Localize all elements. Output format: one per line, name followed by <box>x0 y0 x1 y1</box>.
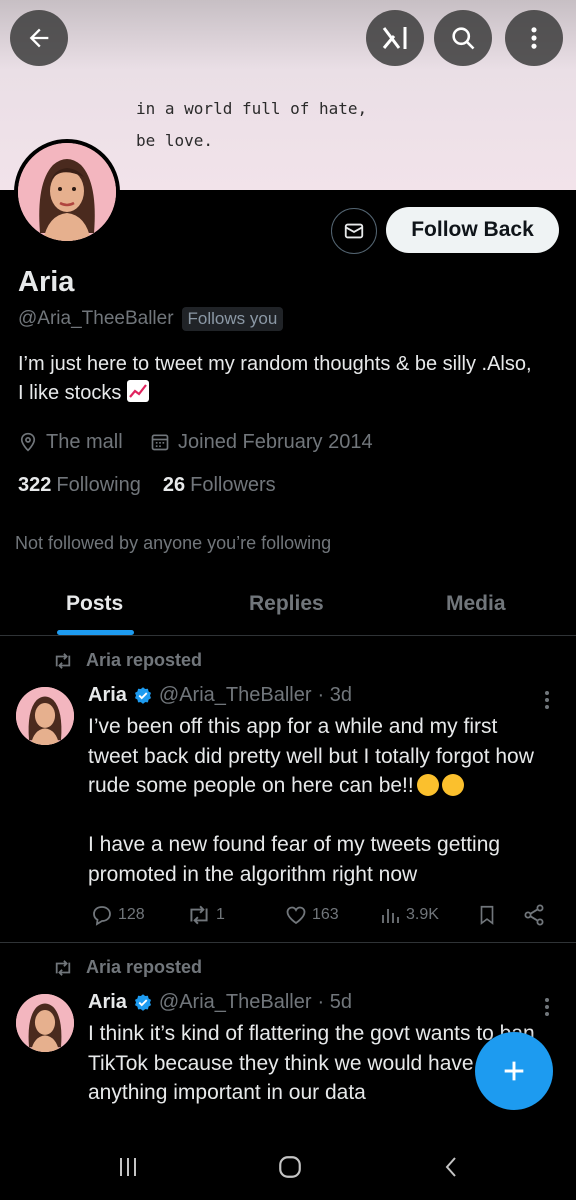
like-button[interactable]: 163 <box>284 903 339 927</box>
joined-text: Joined February 2014 <box>178 430 373 453</box>
profile-name: Aria <box>18 266 75 298</box>
followers-count: 26 <box>162 474 186 496</box>
share-button[interactable] <box>522 903 546 927</box>
home-button[interactable] <box>270 1152 310 1182</box>
post-text-paragraph-1: I think it’s kind of flattering the govt… <box>88 1022 535 1104</box>
views-button[interactable]: 3.9K <box>378 903 439 927</box>
views-chart-icon <box>382 909 399 923</box>
following-count: 322 <box>18 474 52 496</box>
following-link[interactable]: 322 Following <box>18 474 141 497</box>
handle-row: @Aria_TheeBaller Follows you <box>18 307 284 331</box>
search-button[interactable] <box>434 10 492 66</box>
back-button[interactable] <box>10 10 68 66</box>
crying-emoji-icon <box>441 774 464 796</box>
post-author-avatar[interactable] <box>16 994 74 1052</box>
profile-handle: @Aria_TheeBaller <box>18 308 174 329</box>
reply-count: 128 <box>118 906 145 923</box>
grok-button[interactable] <box>366 10 424 66</box>
arrow-left-icon <box>29 28 49 48</box>
repost-icon <box>55 652 71 669</box>
recent-apps-button[interactable] <box>108 1152 148 1182</box>
compose-post-button[interactable] <box>475 1032 553 1110</box>
chart-increasing-icon <box>126 380 149 402</box>
repost-indicator: Aria reposted <box>52 650 202 671</box>
following-label: Following <box>56 474 141 496</box>
envelope-icon <box>344 223 364 239</box>
chevron-left-icon <box>445 1157 456 1177</box>
post-author-handle[interactable]: @Aria_TheBaller <box>159 684 312 707</box>
post-text: I’ve been off this app for a while and m… <box>88 712 553 889</box>
profile-tabs: Posts Replies Media <box>0 578 576 636</box>
repost-label: Aria reposted <box>86 650 203 670</box>
joined-item: Joined February 2014 <box>150 428 373 456</box>
reply-button[interactable]: 128 <box>90 903 145 927</box>
post-header: Aria @Aria_TheBaller · 5d <box>88 991 352 1014</box>
verified-badge-icon <box>133 686 153 706</box>
post-more-icon[interactable] <box>544 998 550 1016</box>
repost-count: 1 <box>216 906 225 923</box>
mutual-followers-note: Not followed by anyone you’re following <box>15 533 332 553</box>
repost-button[interactable]: 1 <box>186 904 225 926</box>
plus-icon <box>504 1061 524 1081</box>
post-author-name[interactable]: Aria <box>88 991 127 1014</box>
profile-bio: I’m just here to tweet my random thought… <box>18 350 538 408</box>
follow-back-button[interactable]: Follow Back <box>386 207 559 253</box>
post-author-avatar[interactable] <box>16 687 74 745</box>
repost-indicator: Aria reposted <box>52 957 202 978</box>
profile-avatar[interactable] <box>14 139 120 245</box>
post-time: · 3d <box>317 684 352 706</box>
more-vertical-icon <box>531 27 537 49</box>
grok-icon <box>382 27 407 49</box>
home-icon <box>279 1156 301 1178</box>
recent-apps-icon <box>120 1158 136 1176</box>
active-tab-indicator <box>57 630 134 635</box>
follow-stats: 322 Following 26 Followers <box>18 474 276 497</box>
calendar-icon <box>151 434 169 451</box>
repost-icon <box>190 905 208 925</box>
post-item[interactable]: Aria reposted Aria @Aria_TheBaller · 3d … <box>0 636 576 942</box>
post-text-paragraph-2: I have a new found fear of my tweets get… <box>88 833 501 886</box>
post-text-paragraph-1: I’ve been off this app for a while and m… <box>88 715 534 797</box>
followers-label: Followers <box>190 474 276 496</box>
system-back-button[interactable] <box>432 1152 472 1182</box>
location-text: The mall <box>46 430 123 453</box>
bookmark-icon <box>480 905 494 925</box>
post-author-handle[interactable]: @Aria_TheBaller <box>159 991 312 1014</box>
message-button[interactable] <box>331 208 377 254</box>
followers-link[interactable]: 26 Followers <box>163 474 276 497</box>
more-options-button[interactable] <box>505 10 563 66</box>
system-navigation-bar <box>0 1130 576 1200</box>
view-count: 3.9K <box>406 906 439 923</box>
search-icon <box>452 27 475 50</box>
follows-you-badge: Follows you <box>181 307 284 331</box>
post-actions: 128 1 163 3.9K <box>88 900 553 930</box>
repost-icon <box>55 959 71 976</box>
tab-posts[interactable]: Posts <box>66 592 123 616</box>
post-more-icon[interactable] <box>544 691 550 709</box>
post-header: Aria @Aria_TheBaller · 3d <box>88 684 352 707</box>
post-author-name[interactable]: Aria <box>88 684 127 707</box>
reply-icon <box>93 906 111 926</box>
like-count: 163 <box>312 906 339 923</box>
verified-badge-icon <box>133 993 153 1013</box>
tab-replies[interactable]: Replies <box>249 592 324 616</box>
tab-media[interactable]: Media <box>446 592 506 616</box>
bookmark-button[interactable] <box>476 903 498 927</box>
location-item: The mall <box>18 428 123 456</box>
bio-text: I’m just here to tweet my random thought… <box>18 353 532 404</box>
post-time: · 5d <box>317 991 352 1013</box>
heart-icon <box>286 906 306 925</box>
location-pin-icon <box>20 432 36 452</box>
repost-label: Aria reposted <box>86 957 203 977</box>
laughing-emoji-icon <box>416 774 439 796</box>
share-icon <box>524 904 544 926</box>
banner-quote: in a world full of hate, be love. <box>136 99 368 150</box>
